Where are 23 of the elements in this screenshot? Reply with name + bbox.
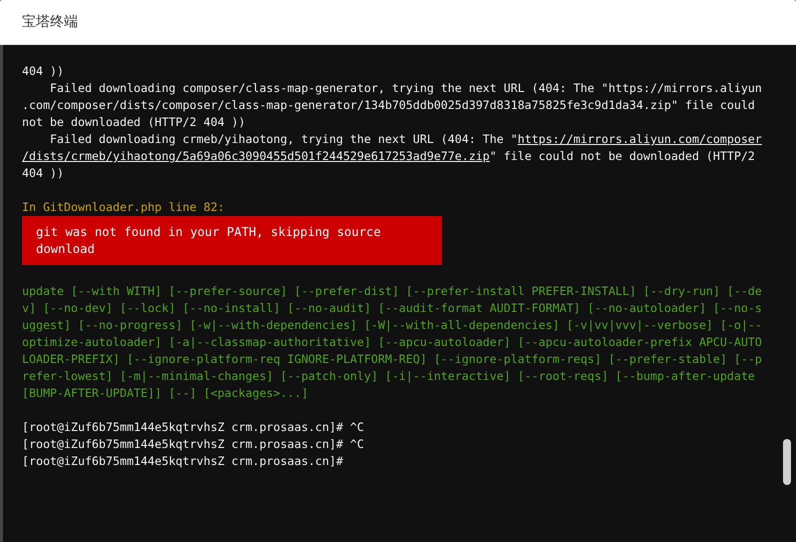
output-line: not be downloaded (HTTP/2 404 )) xyxy=(22,114,246,131)
url-link[interactable]: /dists/crmeb/yihaotong/5a69a06c3090455d501f244529e617253ad9e77e.zip xyxy=(22,149,490,163)
scrollbar-thumb[interactable] xyxy=(783,439,791,485)
usage-line: refer-lowest] [-m|--minimal-changes] [--patch-only] [-i|--interactive] [--root-reqs] [--bump-after-update xyxy=(22,368,756,385)
output-line: .com/composer/dists/composer/class-map-generator/134b705ddb0025d397d8318a75825fe3c9d1da34.zip" file could xyxy=(22,97,756,114)
prompt-line: [root@iZuf6b75mm144e5kqtrvhsZ crm.prosaas.cn]# xyxy=(22,453,344,470)
window-title: 宝塔终端 xyxy=(22,13,78,31)
output-line: 404 )) xyxy=(22,63,65,80)
output-line: Failed downloading composer/class-map-generator, trying the next URL (404: The "https://mirrors.aliyun xyxy=(48,80,763,97)
prompt-line: [root@iZuf6b75mm144e5kqtrvhsZ crm.prosaas.cn]# ^C xyxy=(22,419,366,436)
prompt-line: [root@iZuf6b75mm144e5kqtrvhsZ crm.prosaas.cn]# ^C xyxy=(22,436,366,453)
usage-line: update [--with WITH] [--prefer-source] [--prefer-dist] [--prefer-install PREFER-INSTALL] [--dry-run] [--de xyxy=(22,283,763,300)
output-line: Failed downloading crmeb/yihaotong, trying the next URL (404: The "https://mirrors.aliyun.com/composer xyxy=(48,131,763,148)
error-heading: In GitDownloader.php line 82: xyxy=(22,199,226,216)
error-message: git was not found in your PATH, skipping source download xyxy=(22,216,442,265)
usage-line: [BUMP-AFTER-UPDATE]] [--] [<packages>...] xyxy=(22,385,310,402)
usage-line: optimize-autoloader] [-a|--classmap-authoritative] [--apcu-autoloader] [--apcu-autoloader-prefix APCU-AUTO xyxy=(22,334,763,351)
url-link[interactable]: https://mirrors.aliyun.com/composer xyxy=(518,132,762,146)
usage-line: LOADER-PREFIX] [--ignore-platform-req IGNORE-PLATFORM-REQ] [--ignore-platform-reqs] [--prefer-stable] [--p xyxy=(22,351,763,368)
output-line: 404 )) xyxy=(22,165,65,182)
usage-line: v] [--no-dev] [--lock] [--no-install] [--no-audit] [--audit-format AUDIT-FORMAT] [--no-autoloader] [--no-s xyxy=(22,300,763,317)
usage-line: uggest] [--no-progress] [-w|--with-dependencies] [-W|--with-all-dependencies] [-v|vv|vvv|--verbose] [-o|-- xyxy=(22,317,763,334)
output-line: /dists/crmeb/yihaotong/5a69a06c3090455d501f244529e617253ad9e77e.zip" file could not be downloaded (HTTP/2 xyxy=(22,148,756,165)
